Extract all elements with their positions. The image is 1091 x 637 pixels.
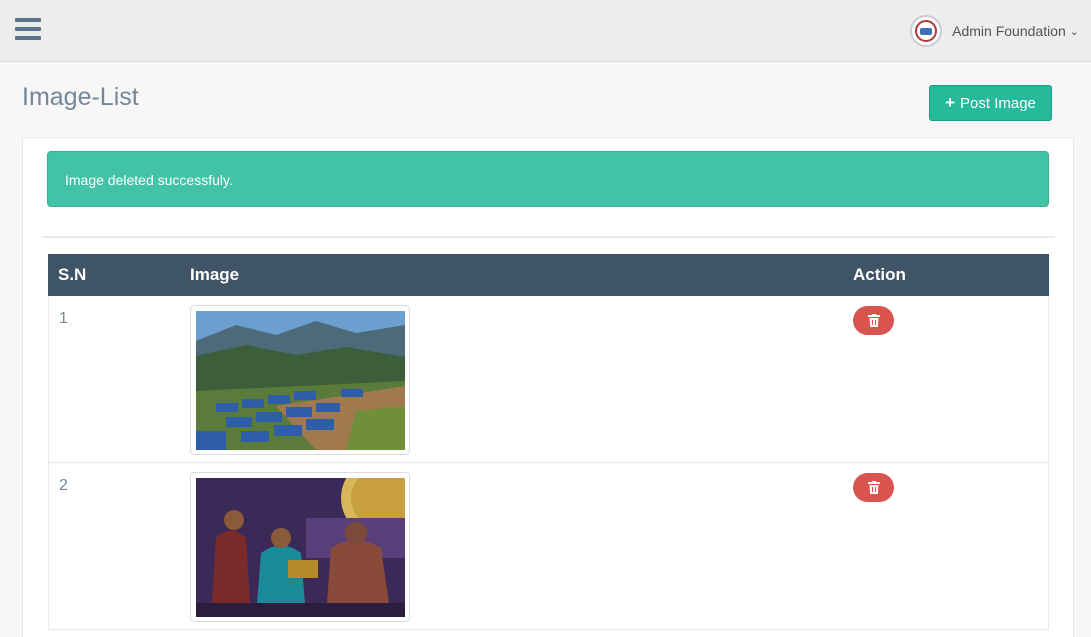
image-table: S.N Image Action 1 2 xyxy=(48,254,1049,630)
image-thumbnail[interactable] xyxy=(190,305,410,455)
page-title: Image-List xyxy=(22,83,139,111)
table-row: 1 xyxy=(48,296,1049,463)
alert-message: Image deleted successfuly. xyxy=(65,172,233,188)
table-row: 2 xyxy=(48,463,1049,630)
delete-button[interactable] xyxy=(853,473,894,502)
success-alert: Image deleted successfuly. xyxy=(47,151,1049,207)
post-image-label: Post Image xyxy=(960,94,1036,112)
user-name: Admin Foundation xyxy=(952,23,1066,39)
hamburger-menu-icon[interactable] xyxy=(15,18,41,42)
ceremony-photo xyxy=(196,478,405,617)
delete-button[interactable] xyxy=(853,306,894,335)
header-sn: S.N xyxy=(58,265,87,284)
plus-icon: + xyxy=(945,93,956,112)
table-header: S.N Image Action xyxy=(48,254,1049,296)
trash-icon xyxy=(867,481,880,494)
trash-icon xyxy=(867,314,880,327)
avatar xyxy=(910,15,943,47)
chevron-down-icon: ⌄ xyxy=(1069,25,1079,38)
top-navbar: Admin Foundation ⌄ xyxy=(0,0,1091,62)
divider xyxy=(42,236,1055,238)
post-image-button[interactable]: + Post Image xyxy=(929,85,1052,121)
row-sn: 2 xyxy=(59,477,68,494)
header-action: Action xyxy=(853,265,906,284)
row-sn: 1 xyxy=(59,310,68,327)
image-thumbnail[interactable] xyxy=(190,472,410,622)
landscape-photo xyxy=(196,311,405,450)
content-panel: Image deleted successfuly. S.N Image Act… xyxy=(22,137,1074,637)
user-profile-menu[interactable]: Admin Foundation ⌄ xyxy=(910,14,1079,48)
header-image: Image xyxy=(190,265,240,284)
